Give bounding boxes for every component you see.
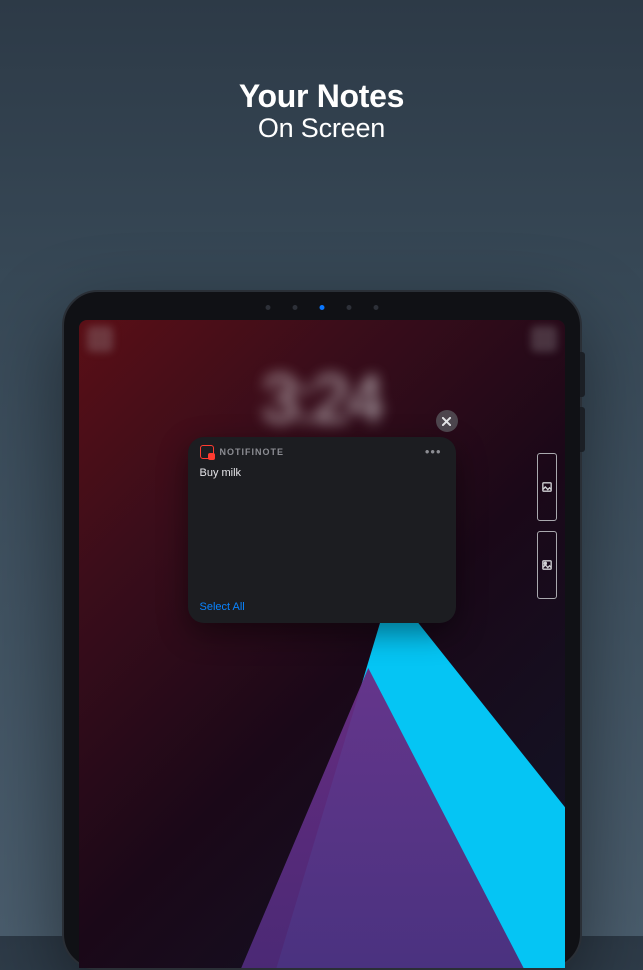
note-content: Buy milk [200,463,444,601]
ipad-screen: 3:24 NOTIFINOTE ••• Buy milk Select All [79,320,565,968]
sensor-dots [265,305,378,310]
top-left-blur [87,326,113,352]
hero-title: Your Notes [0,78,643,115]
close-icon [442,417,451,426]
select-all-button[interactable]: Select All [200,601,444,613]
widget-group: NOTIFINOTE ••• Buy milk Select All [188,425,456,623]
image-icon [542,482,552,492]
widget-header: NOTIFINOTE ••• [200,445,444,459]
side-handles [537,453,557,599]
ipad-device: 3:24 NOTIFINOTE ••• Buy milk Select All [62,290,582,970]
hero-text: Your Notes On Screen [0,78,643,144]
hero-subtitle: On Screen [0,113,643,144]
volume-button [580,352,585,397]
ellipsis-icon[interactable]: ••• [425,450,444,454]
widget-app-name: NOTIFINOTE [220,447,285,457]
close-button[interactable] [436,410,458,432]
side-handle-top[interactable] [537,453,557,521]
top-right-blur [531,326,557,352]
notifinote-icon [200,445,214,459]
side-handle-bottom[interactable] [537,531,557,599]
volume-button [580,407,585,452]
image-filled-icon [542,560,552,570]
notes-widget[interactable]: NOTIFINOTE ••• Buy milk Select All [188,437,456,623]
